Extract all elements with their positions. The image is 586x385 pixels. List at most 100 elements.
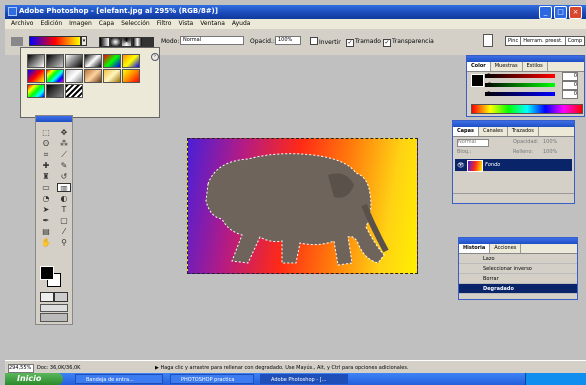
minimize-button[interactable]: _ xyxy=(539,6,552,19)
red-value[interactable]: 0 xyxy=(562,72,578,81)
pen-tool-icon[interactable]: ✒ xyxy=(39,216,53,225)
mode-select[interactable]: Normal xyxy=(180,36,244,45)
gradient-swatch[interactable] xyxy=(46,84,64,98)
history-item-seleccionar-inverso[interactable]: Seleccionar inverso xyxy=(459,264,577,274)
invertir-checkbox[interactable] xyxy=(310,37,318,45)
healing-brush-icon[interactable]: ✚ xyxy=(39,161,53,170)
imageready-jump-button[interactable] xyxy=(40,313,68,322)
taskbar-item-active[interactable]: Adobe Photoshop - [... xyxy=(260,374,348,384)
menu-seleccion[interactable]: Selección xyxy=(121,19,150,29)
tab-estilos[interactable]: Estilos xyxy=(523,62,548,71)
blur-tool-icon[interactable]: ◔ xyxy=(39,194,53,203)
screen-mode-buttons[interactable] xyxy=(40,304,68,312)
eraser-tool-icon[interactable]: ▭ xyxy=(39,183,53,192)
blend-mode-select[interactable]: Normal xyxy=(457,139,489,147)
green-value[interactable]: 0 xyxy=(562,81,578,90)
menu-arrow-icon[interactable]: › xyxy=(151,53,159,61)
transparencia-checkbox[interactable]: ✓ xyxy=(383,39,391,47)
start-button[interactable]: Inicio xyxy=(5,373,63,385)
menu-ventana[interactable]: Ventana xyxy=(200,19,225,29)
chevron-down-icon[interactable]: ▾ xyxy=(81,36,87,46)
tab-trazados[interactable]: Trazados xyxy=(508,127,539,136)
slice-tool-icon[interactable]: ⟋ xyxy=(57,150,71,159)
taskbar-item[interactable]: PHOTOSHOP practica xyxy=(170,374,254,384)
shape-tool-icon[interactable]: ▢ xyxy=(57,216,71,225)
tab-muestras[interactable]: Muestras xyxy=(491,62,523,71)
menu-edicion[interactable]: Edición xyxy=(40,19,62,29)
eyedropper-icon[interactable]: ⁄ xyxy=(57,227,71,236)
gradient-swatch[interactable] xyxy=(65,69,83,83)
palette-well-icon[interactable] xyxy=(483,34,493,47)
tab-color[interactable]: Color xyxy=(467,62,491,71)
crop-tool-icon[interactable]: ⌗ xyxy=(39,150,53,159)
angle-gradient-button[interactable] xyxy=(121,37,132,47)
magic-wand-icon[interactable]: ⁂ xyxy=(57,139,71,148)
tramado-option[interactable]: ✓ Tramado xyxy=(346,37,381,47)
layer-row-fondo[interactable]: 👁 Fondo xyxy=(455,159,572,172)
gradient-tool-icon[interactable] xyxy=(11,37,23,46)
gradient-swatch[interactable] xyxy=(46,54,64,68)
close-button[interactable]: × xyxy=(569,6,582,19)
menu-imagen[interactable]: Imagen xyxy=(69,19,92,29)
history-item-borrar[interactable]: Borrar xyxy=(459,274,577,284)
path-selection-icon[interactable]: ➤ xyxy=(39,205,53,214)
gradient-swatch[interactable] xyxy=(27,69,45,83)
history-item-degradado[interactable]: Degradado xyxy=(459,284,577,294)
dodge-tool-icon[interactable]: ◐ xyxy=(57,194,71,203)
history-item-lazo[interactable]: Lazo xyxy=(459,254,577,264)
taskbar-item[interactable]: Bandeja de entra... xyxy=(75,374,163,384)
maximize-button[interactable]: □ xyxy=(554,6,567,19)
green-slider[interactable] xyxy=(485,83,555,87)
gradient-swatch[interactable] xyxy=(84,69,102,83)
red-slider[interactable] xyxy=(485,74,555,78)
menu-vista[interactable]: Vista xyxy=(178,19,193,29)
lasso-tool-icon[interactable]: ʘ xyxy=(39,139,53,148)
tramado-checkbox[interactable]: ✓ xyxy=(346,39,354,47)
hand-tool-icon[interactable]: ✋ xyxy=(39,238,53,247)
eye-icon[interactable]: 👁 xyxy=(457,162,465,169)
color-ramp[interactable] xyxy=(471,104,583,114)
tab-comp[interactable]: Comp xyxy=(566,37,585,45)
layer-opacity-value[interactable]: 100% xyxy=(543,139,557,145)
standard-mode-button[interactable] xyxy=(40,292,54,302)
gradient-swatch[interactable] xyxy=(84,54,102,68)
marquee-tool-icon[interactable]: ⬚ xyxy=(39,128,53,137)
gradient-swatch[interactable] xyxy=(65,84,83,98)
radial-gradient-button[interactable] xyxy=(110,37,121,47)
gradient-swatch[interactable] xyxy=(65,54,83,68)
gradient-swatch[interactable] xyxy=(27,84,45,98)
gradient-tool-icon[interactable]: ▥ xyxy=(57,183,71,193)
invertir-option[interactable]: Invertir xyxy=(310,37,341,46)
move-tool-icon[interactable]: ✥ xyxy=(57,128,71,137)
menu-ayuda[interactable]: Ayuda xyxy=(232,19,251,29)
quickmask-mode-button[interactable] xyxy=(54,292,68,302)
blue-slider[interactable] xyxy=(485,92,555,96)
linear-gradient-button[interactable] xyxy=(99,37,110,47)
notes-tool-icon[interactable]: ▤ xyxy=(39,227,53,236)
gradient-swatch[interactable] xyxy=(103,69,121,83)
gradient-swatch[interactable] xyxy=(46,69,64,83)
tab-historia[interactable]: Historia xyxy=(459,244,491,253)
document-canvas[interactable] xyxy=(187,138,418,274)
tab-capas[interactable]: Capas xyxy=(453,127,479,136)
zoom-tool-icon[interactable]: ⚲ xyxy=(57,238,71,247)
zoom-field[interactable]: 294,55% xyxy=(8,364,34,373)
tab-canales[interactable]: Canales xyxy=(479,127,508,136)
menu-filtro[interactable]: Filtro xyxy=(157,19,172,29)
menu-capa[interactable]: Capa xyxy=(99,19,114,29)
brush-tool-icon[interactable]: ✎ xyxy=(57,161,71,170)
gradient-swatch[interactable] xyxy=(27,54,45,68)
gradient-swatch[interactable] xyxy=(122,54,140,68)
clone-stamp-icon[interactable]: ♜ xyxy=(39,172,53,181)
transparencia-option[interactable]: ✓ Transparencia xyxy=(383,37,434,47)
menu-archivo[interactable]: Archivo xyxy=(11,19,33,29)
fill-value[interactable]: 100% xyxy=(543,149,557,155)
type-tool-icon[interactable]: T xyxy=(57,205,71,214)
gradient-swatch[interactable] xyxy=(122,69,140,83)
blue-value[interactable]: 0 xyxy=(562,90,578,99)
reflected-gradient-button[interactable] xyxy=(132,37,143,47)
gradient-swatch[interactable] xyxy=(103,54,121,68)
diamond-gradient-button[interactable] xyxy=(143,37,154,47)
color-foreground-swatch[interactable] xyxy=(471,74,484,87)
tab-acciones[interactable]: Acciones xyxy=(490,244,522,253)
